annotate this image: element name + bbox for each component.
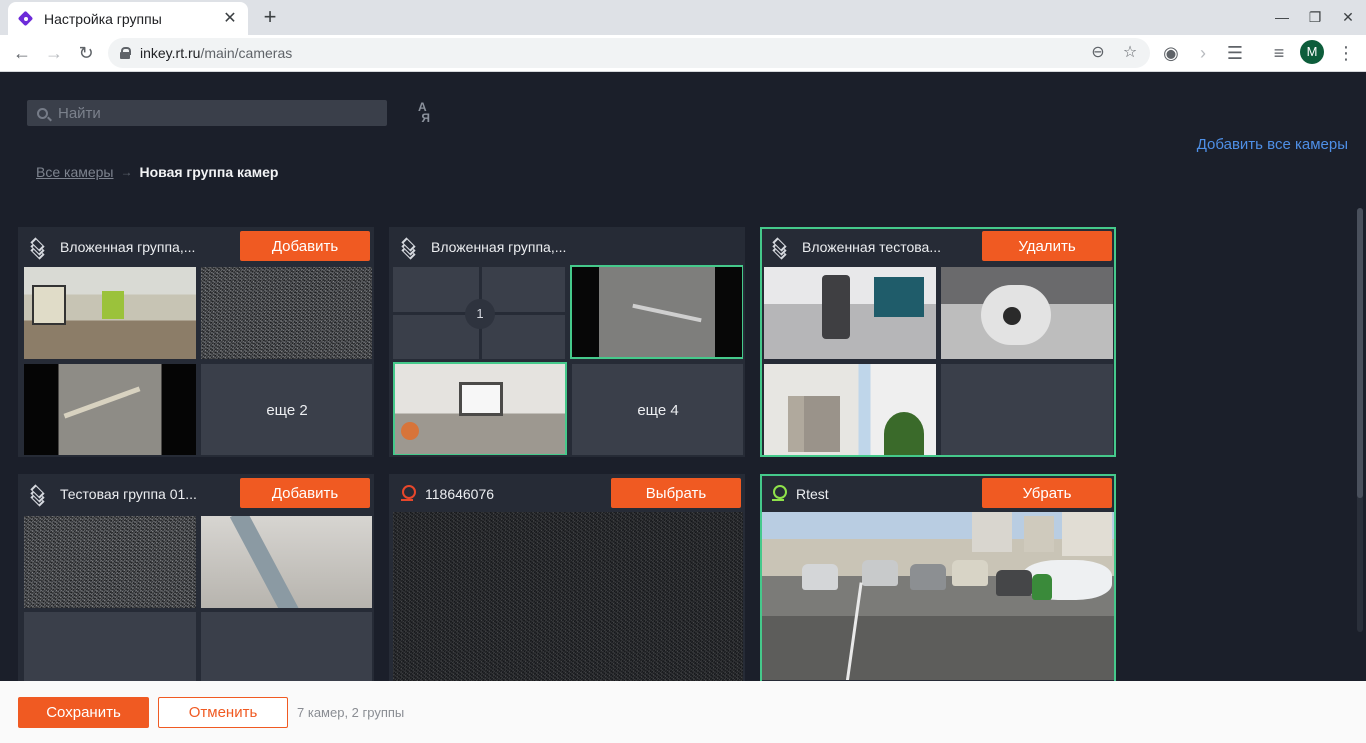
empty-tile (201, 612, 372, 682)
app-main: A Я Добавить все камеры Все камеры → Нов… (0, 72, 1366, 743)
card-header: Тестовая группа 01... Добавить (20, 476, 372, 512)
profile-avatar[interactable]: M (1300, 40, 1324, 64)
url-host: inkey.rt.ru (140, 45, 201, 61)
search-input[interactable] (58, 104, 358, 122)
breadcrumb-current: Новая группа камер (139, 164, 279, 180)
camera-group-card[interactable]: Вложенная группа,... 1 еще 4 (389, 227, 745, 457)
address-bar[interactable]: inkey.rt.ru /main/cameras ⊖ ☆ (108, 38, 1150, 68)
close-window-button[interactable]: ✕ (1336, 6, 1360, 28)
camera-card[interactable]: Rtest Убрать (760, 474, 1116, 684)
lock-icon (120, 47, 131, 59)
camera-thumbnail[interactable] (941, 267, 1113, 359)
breadcrumb: Все камеры → Новая группа камер (36, 164, 279, 180)
reload-button[interactable]: ↻ (74, 41, 98, 65)
browser-tabbar: Настройка группы ✕ + — ❐ ✕ (0, 0, 1366, 35)
scrollbar[interactable] (1357, 208, 1363, 632)
camera-thumbnail[interactable] (24, 516, 196, 608)
car-shape (952, 560, 988, 586)
camera-icon (772, 485, 787, 503)
empty-tile (941, 364, 1113, 455)
card-title: Rtest (796, 486, 829, 502)
building-shape (972, 512, 1012, 552)
building-shape (1024, 516, 1054, 552)
camera-thumbnail[interactable] (24, 267, 196, 359)
delete-button[interactable]: Удалить (982, 231, 1112, 261)
new-tab-button[interactable]: + (258, 6, 282, 30)
footer-bar: Сохранить Отменить 7 камер, 2 группы (0, 681, 1366, 743)
card-header: 118646076 Выбрать (391, 476, 743, 512)
card-header: Вложенная группа,... Добавить (20, 229, 372, 265)
layers-icon (770, 237, 790, 260)
camera-thumbnail[interactable] (393, 362, 567, 455)
camera-thumbnail[interactable] (764, 364, 936, 455)
camera-group-card[interactable]: Тестовая группа 01... Добавить (18, 474, 374, 684)
more-cameras-tile[interactable]: еще 2 (201, 364, 372, 455)
url-path: /main/cameras (200, 45, 293, 61)
nested-group-tile[interactable]: 1 (393, 267, 565, 359)
save-button[interactable]: Сохранить (18, 697, 149, 728)
media-control-icon[interactable]: ≡ (1267, 41, 1291, 65)
camera-thumbnail[interactable] (764, 267, 936, 359)
card-header: Вложенная группа,... (391, 229, 743, 265)
card-header: Rtest Убрать (762, 476, 1114, 512)
layers-icon (28, 237, 48, 260)
camera-thumbnail[interactable] (24, 364, 196, 455)
breadcrumb-arrow-icon: → (120, 165, 133, 179)
restore-window-button[interactable]: ❐ (1303, 6, 1327, 28)
site-favicon-icon (18, 11, 34, 27)
layers-icon (399, 237, 419, 260)
card-title: 118646076 (425, 486, 495, 502)
container-shape (1032, 574, 1052, 600)
car-shape (910, 564, 946, 590)
add-button[interactable]: Добавить (240, 478, 370, 508)
bookmark-star-icon[interactable]: ☆ (1118, 41, 1142, 65)
scrollbar-thumb[interactable] (1357, 208, 1363, 498)
camera-thumbnail[interactable] (201, 267, 372, 359)
car-shape (802, 564, 838, 590)
camera-group-card[interactable]: Вложенная тестова... Удалить (760, 227, 1116, 457)
extension-icon[interactable]: ◉ (1159, 41, 1183, 65)
browser-menu-icon[interactable]: ⋮ (1334, 41, 1358, 65)
browser-toolbar: ← → ↻ inkey.rt.ru /main/cameras ⊖ ☆ ◉ › … (0, 35, 1366, 72)
selection-summary: 7 камер, 2 группы (297, 705, 405, 720)
layers-icon (28, 484, 48, 507)
add-button[interactable]: Добавить (240, 231, 370, 261)
car-shape (996, 570, 1032, 596)
building-shape (1062, 512, 1112, 556)
zoom-icon[interactable]: ⊖ (1086, 41, 1110, 65)
camera-preview[interactable] (762, 512, 1114, 680)
add-all-cameras-link[interactable]: Добавить все камеры (1197, 136, 1348, 153)
tab-title: Настройка группы (44, 10, 162, 27)
search-box[interactable] (27, 100, 387, 126)
card-header: Вложенная тестова... Удалить (762, 229, 1114, 265)
select-button[interactable]: Выбрать (611, 478, 741, 508)
reading-list-icon[interactable]: ☰ (1223, 41, 1247, 65)
empty-tile (24, 612, 196, 682)
camera-thumbnail[interactable] (201, 516, 372, 608)
card-title: Вложенная группа,... (431, 239, 567, 255)
search-icon (37, 107, 48, 119)
browser-tab[interactable]: Настройка группы ✕ (8, 2, 248, 35)
close-tab-icon[interactable]: ✕ (222, 10, 238, 27)
extension-arrow-icon[interactable]: › (1191, 41, 1215, 65)
minimize-window-button[interactable]: — (1270, 6, 1294, 28)
pole-shape (844, 582, 863, 680)
camera-group-card[interactable]: Вложенная группа,... Добавить еще 2 (18, 227, 374, 457)
forward-button[interactable]: → (42, 41, 66, 65)
sort-alphabet-icon[interactable]: A Я (418, 101, 444, 126)
card-title: Вложенная группа,... (60, 239, 196, 255)
cancel-button[interactable]: Отменить (158, 697, 288, 728)
camera-preview[interactable] (393, 512, 743, 682)
car-shape (862, 560, 898, 586)
camera-thumbnail[interactable] (570, 265, 743, 359)
camera-card[interactable]: 118646076 Выбрать (389, 474, 745, 684)
breadcrumb-all-cameras[interactable]: Все камеры (36, 164, 114, 180)
card-title: Тестовая группа 01... (60, 486, 197, 502)
more-cameras-tile[interactable]: еще 4 (572, 364, 743, 455)
nested-count-badge: 1 (465, 299, 495, 329)
remove-button[interactable]: Убрать (982, 478, 1112, 508)
camera-icon (401, 485, 416, 503)
card-title: Вложенная тестова... (802, 239, 941, 255)
back-button[interactable]: ← (10, 41, 34, 65)
